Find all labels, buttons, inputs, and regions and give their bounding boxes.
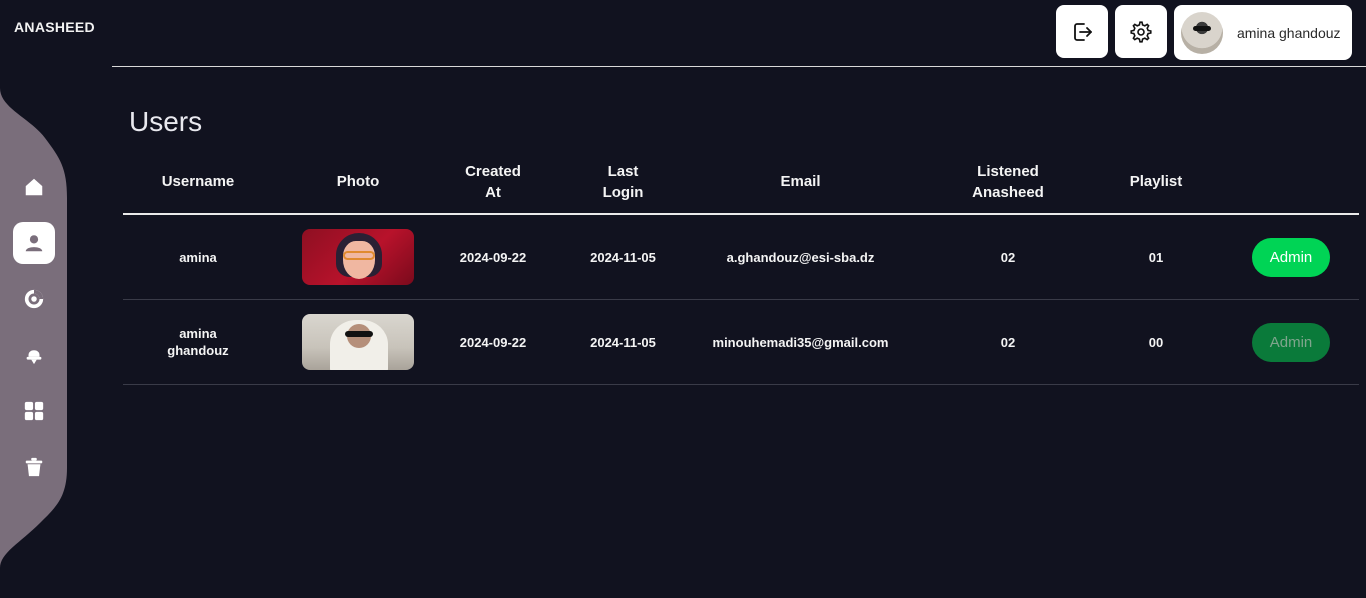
cell-email: a.ghandouz@esi-sba.dz	[726, 249, 875, 265]
cell-username-value: amina ghandouz	[167, 326, 229, 358]
column-header-playlist: Playlist	[1129, 173, 1183, 190]
home-icon	[25, 178, 43, 196]
table-row[interactable]: amina ghandouz 2024-09-22 2024-11-05 min…	[123, 300, 1359, 385]
grid-icon	[24, 401, 44, 421]
cell-photo	[273, 314, 443, 370]
sidebar-item-users[interactable]	[13, 222, 55, 264]
users-table: Username Photo Created At Last Login Ema…	[123, 150, 1359, 385]
sidebar-item-trash[interactable]	[13, 446, 55, 488]
header-actions: amina ghandouz	[1056, 5, 1352, 60]
page-title: Users	[129, 106, 203, 137]
brand-logo[interactable]: ANASHEED	[14, 19, 95, 35]
cell-username: amina	[179, 249, 217, 265]
cell-last-login-value: 2024-11-05	[590, 334, 656, 350]
gear-icon	[1130, 20, 1152, 43]
column-header-email: Email	[780, 173, 821, 190]
sidebar-item-categories[interactable]	[13, 390, 55, 432]
column-header-last-login: Last Login	[543, 161, 703, 203]
trash-icon	[25, 457, 43, 477]
column-header-photo: Photo	[336, 173, 380, 190]
user-photo	[302, 314, 414, 370]
sidebar-item-home[interactable]	[13, 166, 55, 208]
cell-last-login: 2024-11-05	[543, 249, 703, 266]
logout-icon	[1074, 22, 1092, 41]
cell-created: 2024-09-22	[443, 334, 543, 351]
column-header-username: Username	[161, 173, 235, 190]
cell-created: 2024-09-22	[443, 249, 543, 266]
cell-last-login: 2024-11-05	[543, 334, 703, 351]
profile-chip[interactable]: amina ghandouz	[1174, 5, 1352, 60]
column-header-last-login-label: Last Login	[602, 162, 644, 201]
admin-role-button[interactable]: Admin	[1252, 322, 1330, 362]
cell-listened: 02	[1000, 249, 1016, 265]
table-body: amina 2024-09-22 2024-11-05 a.ghandouz@e…	[123, 215, 1359, 385]
cell-role: Admin	[1194, 322, 1359, 362]
column-header-listened: Listened Anasheed	[898, 161, 1118, 203]
cell-email: minouhemadi35@gmail.com	[712, 334, 889, 350]
admin-role-button[interactable]: Admin	[1252, 237, 1330, 277]
avatar	[1181, 11, 1223, 54]
cell-role: Admin	[1194, 237, 1359, 277]
cell-last-login-value: 2024-11-05	[590, 249, 656, 265]
cell-listened: 02	[1000, 334, 1016, 350]
disc-icon	[24, 289, 44, 309]
cell-playlist: 01	[1148, 249, 1164, 265]
logout-button[interactable]	[1056, 5, 1108, 58]
column-header-created: Created At	[443, 161, 543, 203]
sidebar-item-albums[interactable]	[13, 278, 55, 320]
cell-created-value: 2024-09-22	[459, 249, 527, 265]
header-divider	[112, 66, 1366, 67]
user-icon	[25, 235, 43, 252]
cell-created-value: 2024-09-22	[459, 334, 527, 350]
column-header-created-label: Created At	[465, 162, 521, 201]
cell-photo	[273, 229, 443, 285]
user-photo	[302, 229, 414, 285]
settings-button[interactable]	[1115, 5, 1167, 58]
cell-playlist: 00	[1148, 334, 1164, 350]
app-root: ANASHEED amina ghandouz Users Username P…	[0, 0, 1366, 598]
microphone-icon	[26, 350, 42, 365]
table-row[interactable]: amina 2024-09-22 2024-11-05 a.ghandouz@e…	[123, 215, 1359, 300]
sidebar	[0, 88, 67, 568]
table-header: Username Photo Created At Last Login Ema…	[123, 150, 1359, 215]
profile-name: amina ghandouz	[1237, 24, 1341, 41]
cell-username: amina ghandouz	[123, 325, 273, 359]
column-header-listened-label: Listened Anasheed	[972, 162, 1044, 201]
sidebar-item-microphone[interactable]	[13, 334, 55, 376]
